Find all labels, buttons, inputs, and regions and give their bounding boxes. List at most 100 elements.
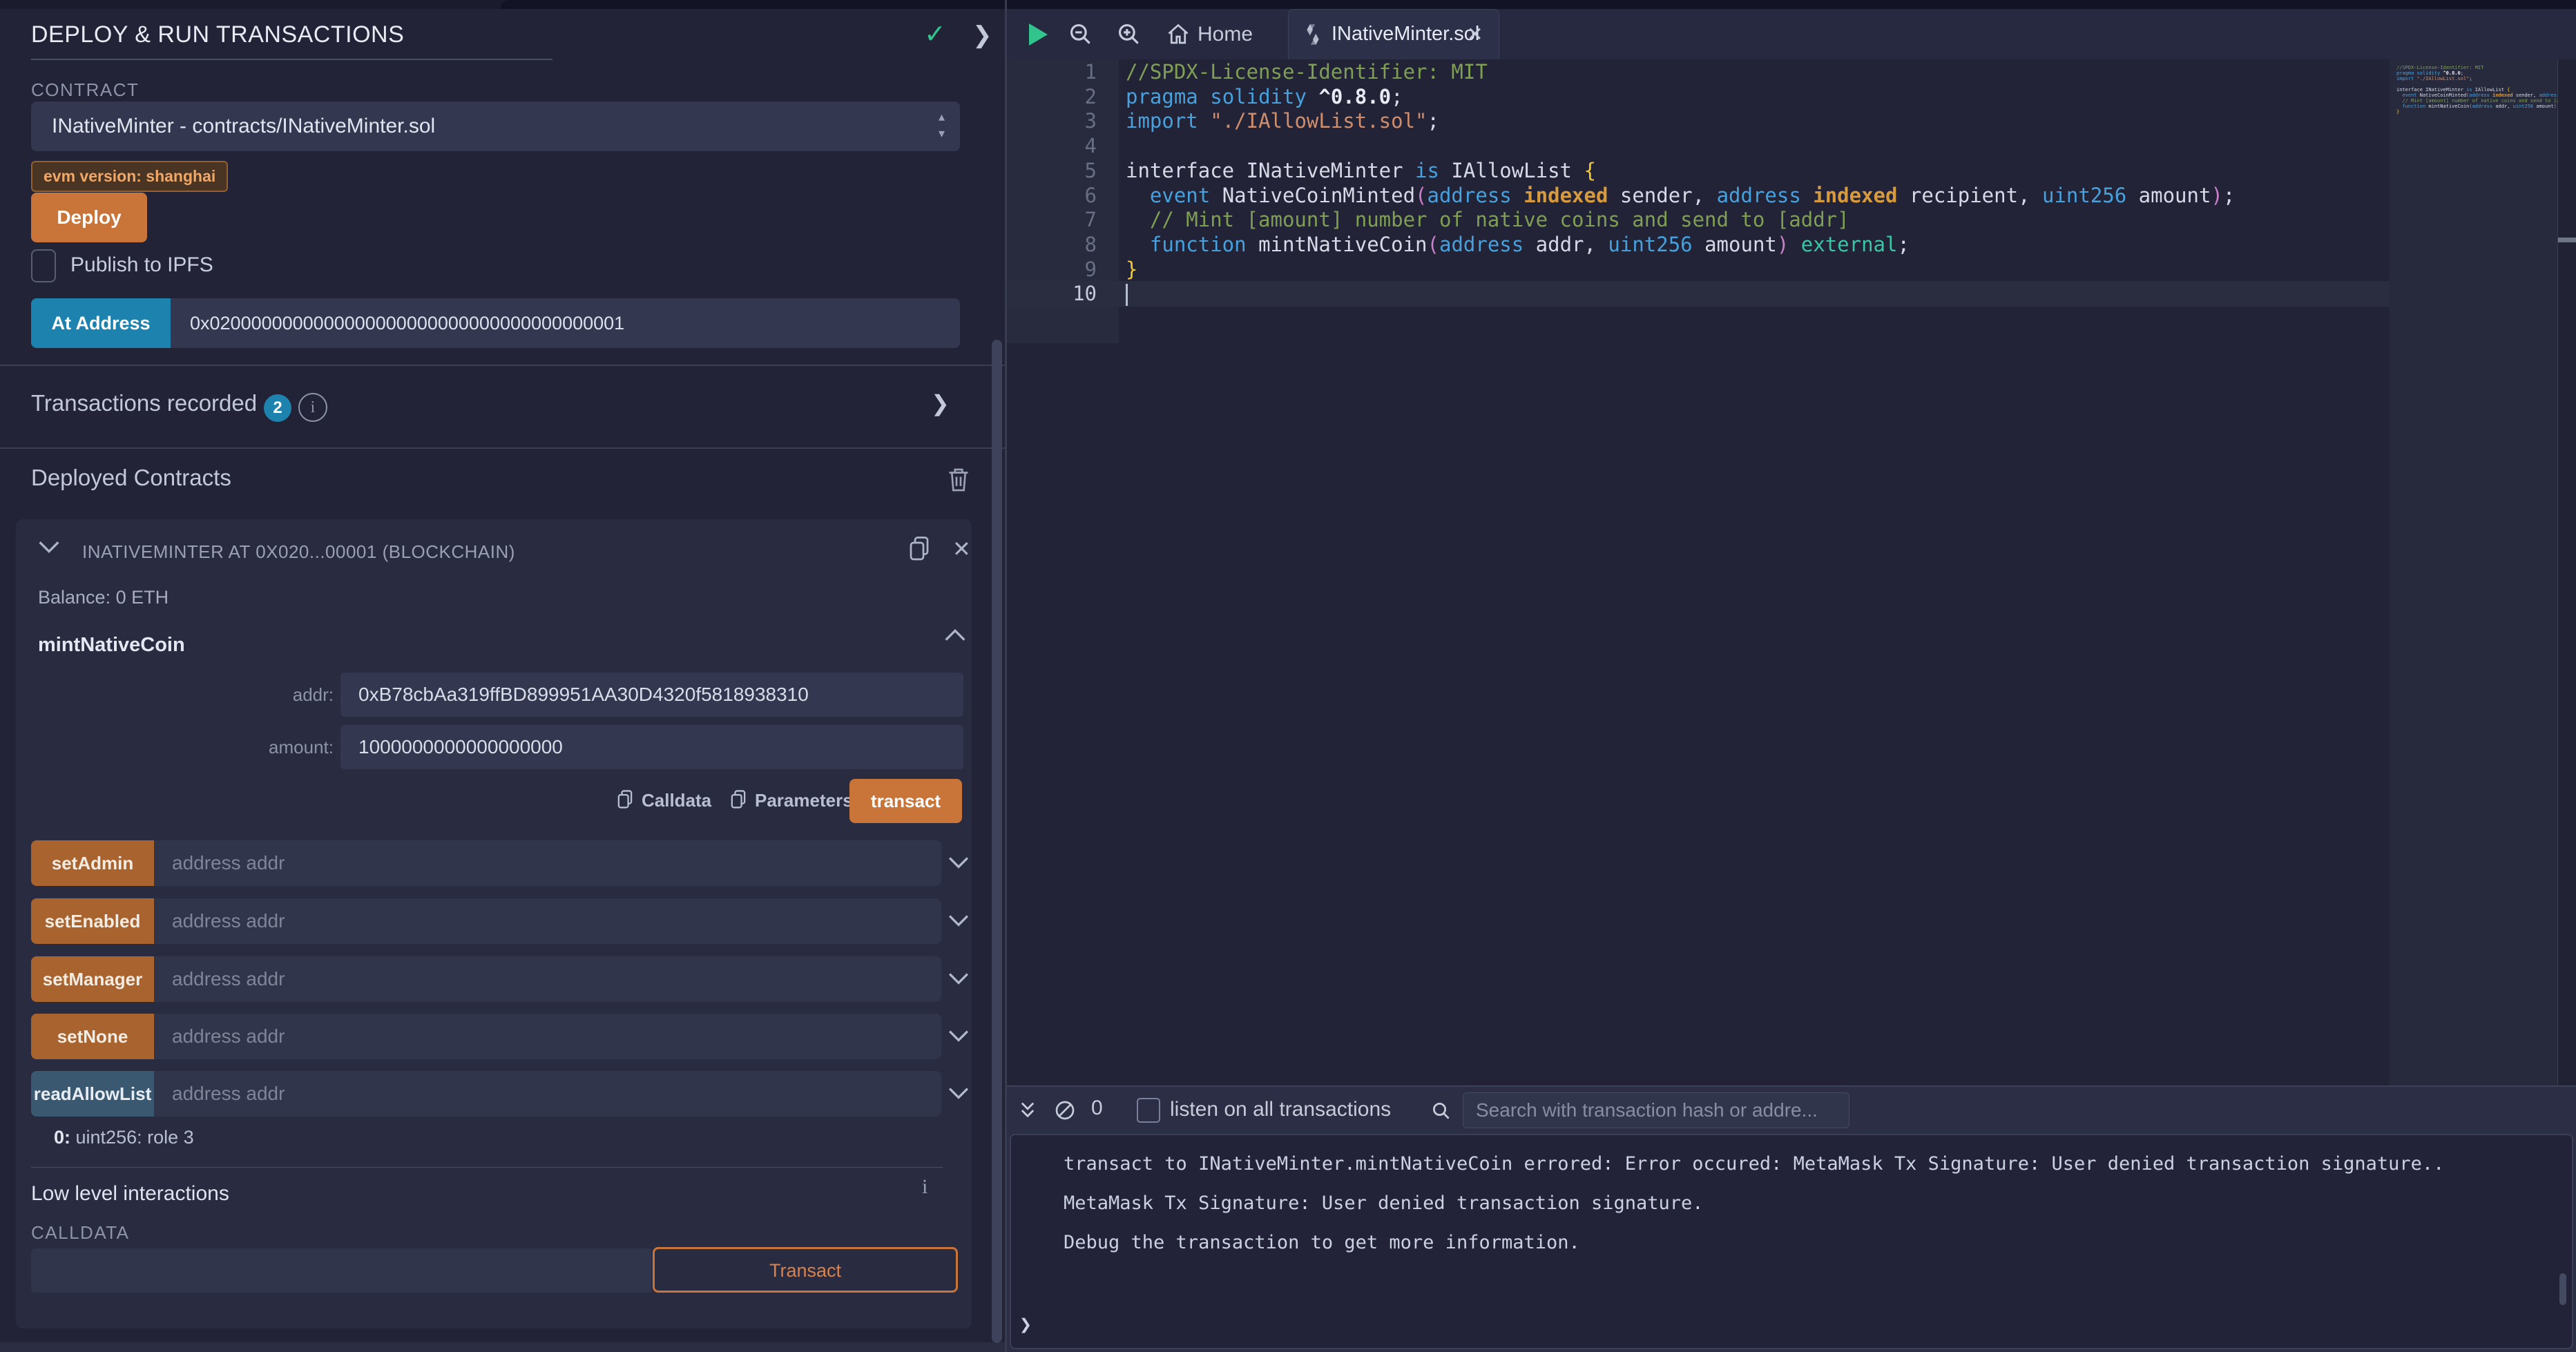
setmanager-button[interactable]: setManager (31, 956, 154, 1002)
contract-select-value: INativeMinter - contracts/INativeMinter.… (52, 102, 435, 151)
terminal-log-line: MetaMask Tx Signature: User denied trans… (1064, 1192, 2572, 1214)
line-number: 4 (1007, 133, 1097, 158)
transact-button[interactable]: transact (849, 779, 962, 823)
setnone-button[interactable]: setNone (31, 1014, 154, 1059)
function-row: setNone (31, 1014, 957, 1059)
calldata-input[interactable] (31, 1248, 651, 1293)
terminal: 0 listen on all transactions transact to… (1007, 1085, 2576, 1352)
transactions-count-badge: 2 (264, 394, 291, 422)
section-divider (0, 447, 1005, 449)
search-icon (1431, 1101, 1452, 1121)
setenabled-input[interactable] (154, 898, 941, 944)
pending-tx-count: 0 (1091, 1097, 1103, 1120)
at-address-input[interactable] (171, 298, 960, 348)
call-result: 0: uint256: role 3 (54, 1127, 194, 1148)
setadmin-input[interactable] (154, 840, 941, 886)
divider (31, 1167, 943, 1168)
zoom-out-icon[interactable] (1068, 21, 1094, 48)
chevron-down-icon[interactable] (948, 914, 969, 927)
line-number: 3 (1007, 108, 1097, 133)
card-collapse-chevron-icon[interactable] (38, 540, 60, 554)
code-line: 4 (1007, 133, 2576, 158)
code-line: 9} (1007, 257, 2576, 282)
param-amount-input[interactable] (340, 725, 963, 769)
compile-success-check-icon: ✓ (924, 19, 946, 50)
title-underline (31, 59, 552, 60)
transactions-expand-chevron-icon[interactable]: ❯ (931, 390, 950, 416)
cursor-position-marker (2558, 238, 2576, 242)
clear-console-ban-icon[interactable] (1054, 1099, 1076, 1121)
terminal-search-input[interactable] (1463, 1092, 1849, 1128)
listen-all-label[interactable]: listen on all transactions (1170, 1098, 1391, 1121)
terminal-scrollbar-thumb[interactable] (2559, 1273, 2566, 1305)
close-icon[interactable]: ✕ (952, 536, 971, 562)
parameters-copy-label[interactable]: Parameters (755, 790, 853, 811)
line-number: 7 (1007, 207, 1097, 232)
listen-all-checkbox[interactable] (1137, 1098, 1160, 1123)
tab-home-label: Home (1198, 9, 1253, 59)
readallowlist-button[interactable]: readAllowList (31, 1071, 154, 1117)
copy-parameters-icon[interactable] (729, 789, 748, 811)
setenabled-button[interactable]: setEnabled (31, 898, 154, 944)
publish-ipfs-label[interactable]: Publish to IPFS (70, 253, 213, 277)
function-row: readAllowList (31, 1071, 957, 1117)
panel-scrollbar-thumb[interactable] (992, 340, 1002, 1343)
panel-editor-divider[interactable] (1005, 0, 1007, 1352)
setnone-input[interactable] (154, 1014, 941, 1059)
param-addr-input[interactable] (340, 673, 963, 717)
open-function-name: mintNativeCoin (38, 634, 185, 657)
at-address-button[interactable]: At Address (31, 298, 171, 348)
low-level-info-icon[interactable]: i (922, 1175, 927, 1199)
info-icon[interactable]: i (298, 393, 327, 422)
overview-ruler[interactable] (2558, 59, 2576, 1085)
terminal-log-lines: transact to INativeMinter.mintNativeCoin… (1011, 1153, 2572, 1253)
contract-instance-label[interactable]: INATIVEMINTER AT 0X020...00001 (BLOCKCHA… (82, 541, 515, 563)
chevron-up-icon[interactable] (944, 628, 966, 642)
param-addr-label: addr: (189, 673, 334, 717)
copy-address-icon[interactable] (907, 534, 932, 563)
editor-tabbar: Home INativeMinter.sol ✕ (1007, 9, 2576, 59)
remix-app: DEPLOY & RUN TRANSACTIONS ✓ ❯ CONTRACT I… (0, 0, 2576, 1352)
low-level-title: Low level interactions (31, 1182, 229, 1206)
code-line: 10 (1007, 281, 2576, 306)
terminal-log-line: Debug the transaction to get more inform… (1064, 1232, 2572, 1253)
copy-calldata-icon[interactable] (615, 789, 635, 811)
deploy-button[interactable]: Deploy (31, 193, 147, 242)
text-cursor (1126, 284, 1128, 306)
code-line: 8 function mintNativeCoin(address addr, … (1007, 232, 2576, 257)
chevron-down-icon[interactable] (948, 856, 969, 869)
chevron-down-icon[interactable] (948, 972, 969, 985)
calldata-copy-label[interactable]: Calldata (642, 790, 711, 811)
code-line: 6 event NativeCoinMinted(address indexed… (1007, 183, 2576, 208)
line-number: 9 (1007, 257, 1097, 282)
code-line: 2pragma solidity ^0.8.0; (1007, 84, 2576, 109)
code-line: 5interface INativeMinter is IAllowList { (1007, 158, 2576, 183)
publish-ipfs-checkbox[interactable] (31, 249, 56, 282)
line-number: 10 (1007, 281, 1097, 306)
zoom-in-icon[interactable] (1116, 21, 1142, 48)
expand-terminal-icon[interactable] (1018, 1098, 1037, 1121)
code-editor[interactable]: 1//SPDX-License-Identifier: MIT2pragma s… (1007, 59, 2576, 1085)
deployed-contracts-title: Deployed Contracts (31, 465, 231, 491)
terminal-prompt[interactable]: ❯ (1019, 1313, 1032, 1337)
code-line: 3import "./IAllowList.sol"; (1007, 108, 2576, 133)
minimap[interactable]: //SPDX-License-Identifier: MITpragma sol… (2390, 59, 2557, 1085)
setmanager-input[interactable] (154, 956, 941, 1002)
terminal-log[interactable]: transact to INativeMinter.mintNativeCoin… (1010, 1134, 2573, 1349)
tab-file-label: INativeMinter.sol (1332, 10, 1479, 59)
terminal-log-line: transact to INativeMinter.mintNativeCoin… (1064, 1153, 2572, 1175)
run-script-play-icon[interactable] (1029, 23, 1048, 46)
contract-select[interactable]: INativeMinter - contracts/INativeMinter.… (31, 102, 960, 151)
panel-bottom-scrollbar-track[interactable] (0, 1342, 1005, 1352)
panel-collapse-chevron-icon[interactable]: ❯ (972, 21, 992, 49)
chevron-down-icon[interactable] (948, 1029, 969, 1043)
function-row: setEnabled (31, 898, 957, 944)
chevron-down-icon[interactable] (948, 1086, 969, 1100)
tab-close-icon[interactable]: ✕ (1467, 10, 1483, 59)
tab-inativeminter[interactable]: INativeMinter.sol ✕ (1288, 9, 1499, 59)
readallowlist-input[interactable] (154, 1071, 941, 1117)
trash-icon[interactable] (946, 466, 971, 494)
calldata-label: CALLDATA (31, 1222, 130, 1244)
low-level-transact-button[interactable]: Transact (653, 1247, 958, 1293)
setadmin-button[interactable]: setAdmin (31, 840, 154, 886)
